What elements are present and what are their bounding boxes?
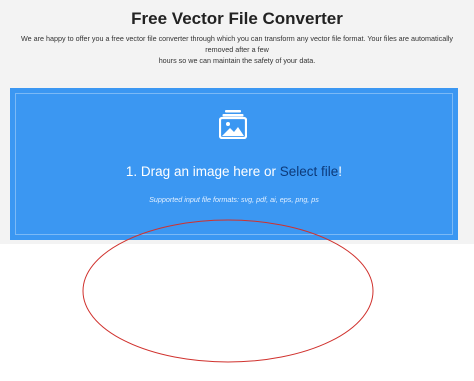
- intro-line-2: hours so we can maintain the safety of y…: [158, 56, 316, 65]
- page-title: Free Vector File Converter: [131, 9, 343, 28]
- intro-line-1: We are happy to offer you a free vector …: [21, 34, 453, 54]
- drag-instruction: 1. Drag an image here or Select file!: [10, 163, 458, 181]
- file-dropzone[interactable]: 1. Drag an image here or Select file! Su…: [10, 88, 458, 240]
- select-file-link[interactable]: Select file: [280, 164, 339, 179]
- image-stack-icon: [219, 110, 247, 139]
- drag-text: 1. Drag an image here or: [125, 164, 280, 179]
- intro-text: We are happy to offer you a free vector …: [8, 33, 466, 66]
- drag-suffix: !: [338, 164, 343, 179]
- supported-formats-text: Supported input file formats: svg, pdf, …: [149, 195, 319, 204]
